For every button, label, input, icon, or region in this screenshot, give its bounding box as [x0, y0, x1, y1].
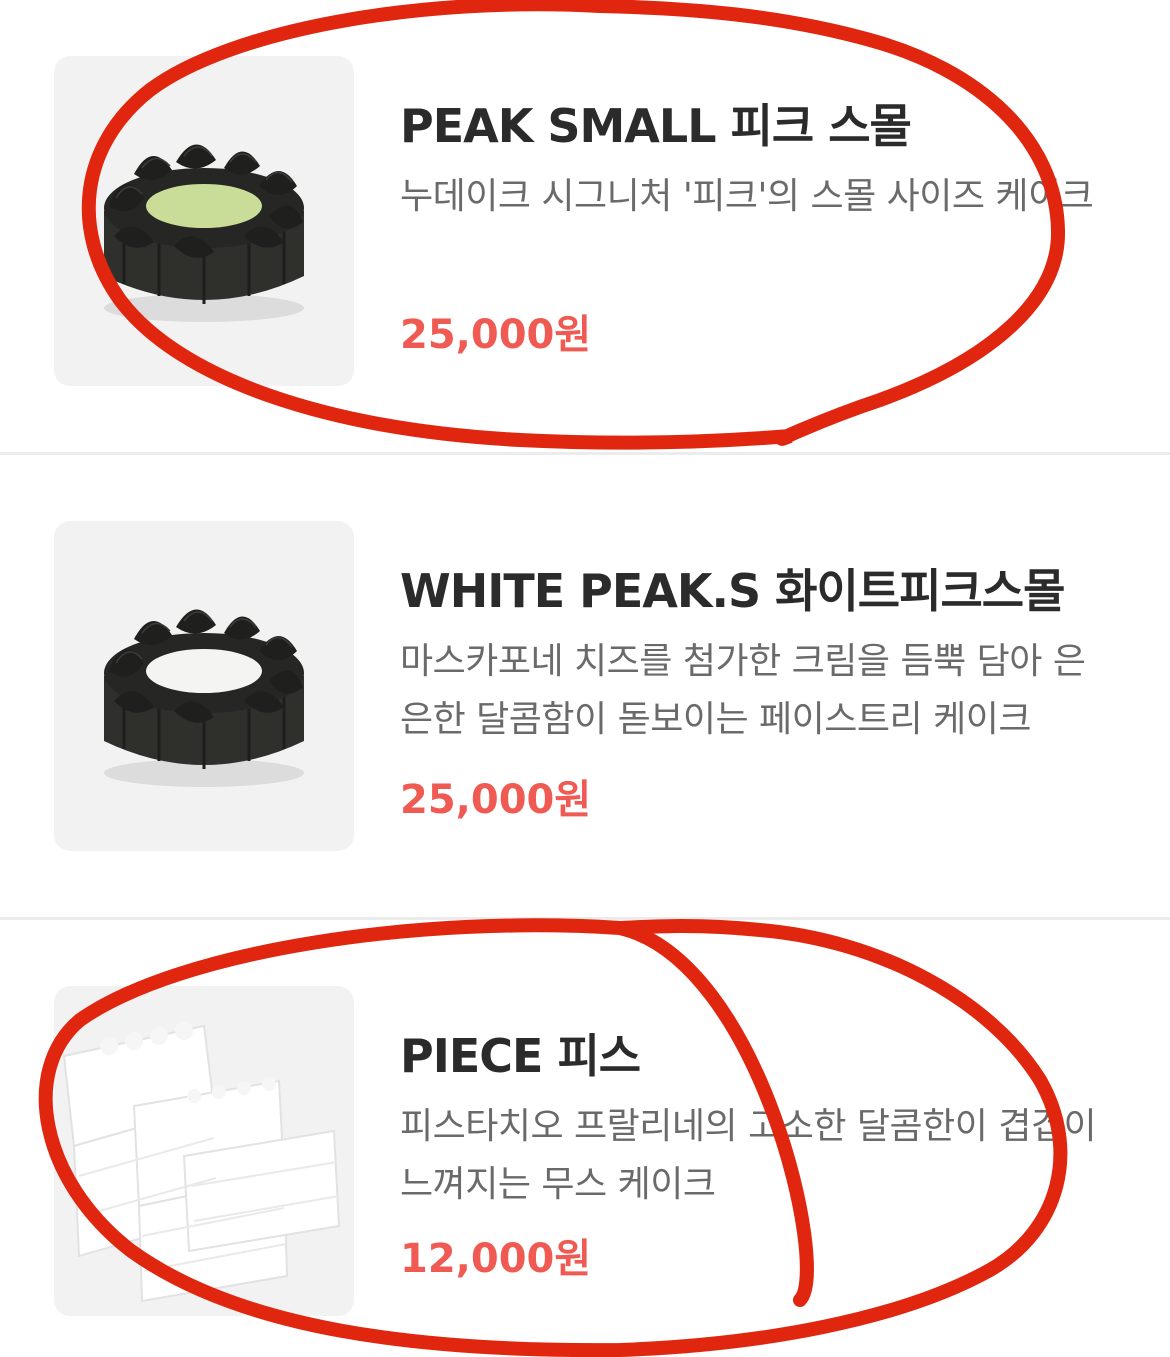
product-item-peak-small[interactable]: PEAK SMALL 피크 스몰 누데이크 시그니처 '피크'의 스몰 사이즈 … — [0, 0, 1170, 452]
product-image-peak-small[interactable] — [54, 56, 354, 386]
product-description: 누데이크 시그니처 '피크'의 스몰 사이즈 케이크 — [400, 176, 1094, 217]
product-item-white-peak-s[interactable]: WHITE PEAK.S 화이트피크스몰 마스카포네 치즈를 첨가한 크림을 듬… — [0, 455, 1170, 917]
product-price: 12,000원 — [400, 1236, 592, 1282]
black-peak-cake-icon — [104, 144, 304, 322]
product-price: 25,000원 — [400, 777, 592, 823]
product-description: 피스타치오 프랄리네의 고소한 달콤한이 겹겹이 느껴지는 무스 케이크 — [400, 1106, 1097, 1205]
product-image-white-peak-s[interactable] — [54, 521, 354, 851]
product-item-piece[interactable]: PIECE 피스 피스타치오 프랄리네의 고소한 달콤한이 겹겹이 느껴지는 무… — [0, 920, 1170, 1357]
product-title[interactable]: WHITE PEAK.S 화이트피크스몰 — [400, 555, 1065, 621]
white-layered-cake-icon — [62, 1022, 341, 1303]
product-description: 마스카포네 치즈를 첨가한 크림을 듬뿍 담아 은은한 달콤함이 돋보이는 페이… — [400, 641, 1086, 740]
product-image-piece[interactable] — [54, 986, 354, 1316]
product-title[interactable]: PIECE 피스 — [400, 1020, 641, 1086]
black-peak-cake-white-icon — [104, 609, 304, 787]
product-title[interactable]: PEAK SMALL 피크 스몰 — [400, 90, 912, 156]
product-price: 25,000원 — [400, 312, 592, 358]
